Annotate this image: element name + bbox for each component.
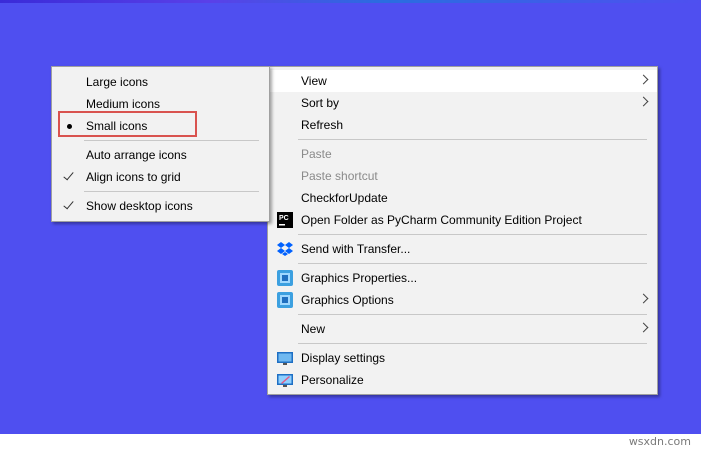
menu-item-label: Show desktop icons xyxy=(86,199,193,213)
intel-graphics-icon xyxy=(277,270,293,286)
menu-item-label: Large icons xyxy=(86,75,149,89)
menu-item-label: Paste xyxy=(301,147,332,161)
intel-graphics-icon xyxy=(277,292,293,308)
menu-item-label: Sort by xyxy=(301,96,340,110)
menu-item-display-settings[interactable]: Display settings xyxy=(268,347,657,369)
menu-separator xyxy=(298,343,647,344)
watermark: wsxdn.com xyxy=(628,435,691,448)
menu-item-open-folder-pycharm[interactable]: PC Open Folder as PyCharm Community Edit… xyxy=(268,209,657,231)
menu-item-label: Align icons to grid xyxy=(86,170,181,184)
pycharm-icon: PC xyxy=(277,212,293,228)
menu-item-view[interactable]: View xyxy=(268,70,657,92)
menu-separator xyxy=(298,263,647,264)
menu-item-graphics-properties[interactable]: Graphics Properties... xyxy=(268,267,657,289)
menu-item-personalize[interactable]: Personalize xyxy=(268,369,657,391)
dropbox-icon xyxy=(277,242,293,256)
chevron-right-icon xyxy=(638,74,649,85)
menu-item-label: Display settings xyxy=(301,351,386,365)
desktop-context-menu: View Sort by Refresh Paste Paste shortcu… xyxy=(267,66,658,395)
checkmark-icon xyxy=(63,169,74,181)
svg-text:PC: PC xyxy=(279,215,289,222)
menu-item-label: Refresh xyxy=(301,118,344,132)
menu-separator xyxy=(298,234,647,235)
menu-item-refresh[interactable]: Refresh xyxy=(268,114,657,136)
display-settings-icon xyxy=(277,352,293,365)
menu-item-label: Open Folder as PyCharm Community Edition… xyxy=(301,213,582,227)
menu-item-label: Graphics Properties... xyxy=(301,271,418,285)
menu-item-label: CheckforUpdate xyxy=(301,191,388,205)
menu-item-new[interactable]: New xyxy=(268,318,657,340)
menu-item-label: Graphics Options xyxy=(301,293,394,307)
chevron-right-icon xyxy=(638,293,649,304)
menu-item-checkforupdate[interactable]: CheckforUpdate xyxy=(268,187,657,209)
menu-item-sort-by[interactable]: Sort by xyxy=(268,92,657,114)
menu-item-label: Paste shortcut xyxy=(301,169,378,183)
menu-item-large-icons[interactable]: Large icons xyxy=(52,71,269,93)
highlight-box xyxy=(58,111,197,137)
menu-separator xyxy=(84,191,259,192)
menu-item-paste-shortcut[interactable]: Paste shortcut xyxy=(268,165,657,187)
bottom-strip xyxy=(0,434,701,450)
menu-item-label: Personalize xyxy=(301,373,364,387)
menu-separator xyxy=(84,140,259,141)
view-submenu: Large icons Medium icons Small icons Aut… xyxy=(51,66,270,222)
personalize-icon xyxy=(277,374,293,387)
checkmark-icon xyxy=(63,198,74,210)
menu-item-label: Send with Transfer... xyxy=(301,242,411,256)
menu-separator xyxy=(298,139,647,140)
menu-item-label: View xyxy=(301,74,327,88)
menu-item-paste[interactable]: Paste xyxy=(268,143,657,165)
chevron-right-icon xyxy=(638,322,649,333)
menu-item-auto-arrange-icons[interactable]: Auto arrange icons xyxy=(52,144,269,166)
desktop-wallpaper-strip xyxy=(0,0,701,3)
menu-item-align-icons-to-grid[interactable]: Align icons to grid xyxy=(52,166,269,188)
menu-item-label: New xyxy=(301,322,326,336)
menu-item-show-desktop-icons[interactable]: Show desktop icons xyxy=(52,195,269,217)
chevron-right-icon xyxy=(638,96,649,107)
menu-item-graphics-options[interactable]: Graphics Options xyxy=(268,289,657,311)
menu-item-send-with-transfer[interactable]: Send with Transfer... xyxy=(268,238,657,260)
menu-item-label: Auto arrange icons xyxy=(86,148,187,162)
menu-separator xyxy=(298,314,647,315)
